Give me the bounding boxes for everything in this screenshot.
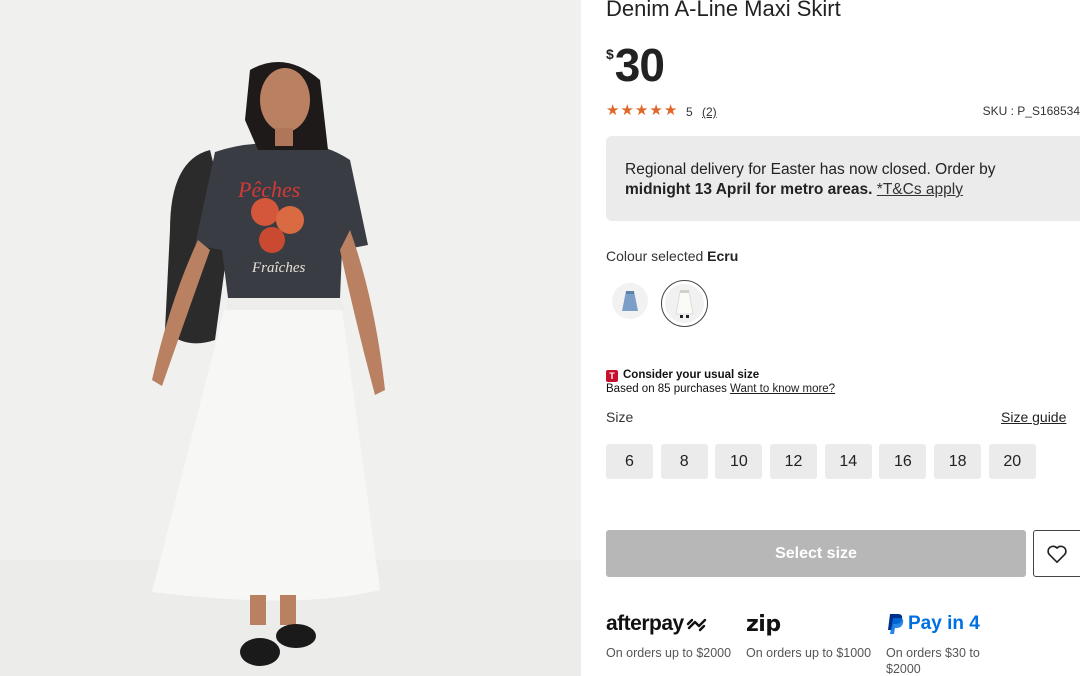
svg-text:Fraîches: Fraîches bbox=[251, 260, 305, 276]
size-button[interactable]: 12 bbox=[770, 444, 818, 479]
afterpay-logo: afterpay bbox=[606, 612, 684, 635]
colour-label-text: Colour selected bbox=[606, 248, 704, 264]
fit-logo-icon: T bbox=[606, 370, 618, 382]
size-button[interactable]: 10 bbox=[715, 444, 763, 479]
skirt-thumbnail-icon bbox=[612, 283, 648, 319]
afterpay-option[interactable]: afterpay On orders up to $2000 bbox=[606, 610, 736, 661]
colour-swatch-blue[interactable] bbox=[612, 283, 648, 319]
fit-title: Consider your usual size bbox=[623, 369, 760, 381]
rating-stars[interactable]: ★ ★ ★ ★ ★ bbox=[606, 103, 677, 119]
zip-logo: zip bbox=[746, 611, 781, 637]
star-icon: ★ bbox=[620, 102, 634, 119]
zip-option[interactable]: zip On orders up to $1000 bbox=[746, 610, 876, 661]
star-icon: ★ bbox=[663, 102, 678, 119]
delivery-notice: Regional delivery for Easter has now clo… bbox=[606, 136, 1080, 221]
size-button[interactable]: 8 bbox=[660, 444, 708, 479]
rating-value: 5 bbox=[686, 105, 693, 119]
paypal-option[interactable]: Pay in 4 On orders $30 to $2000 bbox=[886, 610, 1016, 676]
product-details: Denim A-Line Maxi Skirt $ 30 ★ ★ ★ ★ ★ 5… bbox=[606, 0, 1080, 676]
size-button[interactable]: 16 bbox=[879, 444, 927, 479]
price-amount: 30 bbox=[614, 39, 665, 91]
price-currency: $ bbox=[606, 46, 614, 62]
colour-selected: Ecru bbox=[707, 248, 739, 264]
afterpay-text: On orders up to $2000 bbox=[606, 646, 732, 660]
product-title: Denim A-Line Maxi Skirt bbox=[606, 0, 841, 21]
colour-swatch-ecru[interactable] bbox=[661, 280, 708, 327]
colour-label: Colour selected Ecru bbox=[606, 248, 738, 264]
size-button[interactable]: 20 bbox=[988, 444, 1036, 479]
fit-more-link[interactable]: Want to know more? bbox=[730, 383, 835, 395]
size-label: Size bbox=[606, 409, 634, 425]
paypal-text: On orders $30 to $2000 bbox=[886, 646, 980, 676]
fit-hint: T Consider your usual size Based on 85 pu… bbox=[606, 368, 835, 396]
rating-row: ★ ★ ★ ★ ★ 5 (2) SKU : P_S168534 bbox=[606, 103, 1080, 121]
size-options: 6 8 10 12 14 16 18 20 bbox=[606, 444, 1044, 479]
star-icon: ★ bbox=[606, 102, 620, 119]
size-button[interactable]: 14 bbox=[824, 444, 872, 479]
heart-icon bbox=[1047, 545, 1067, 563]
select-size-button[interactable]: Select size bbox=[606, 530, 1026, 577]
size-button[interactable]: 18 bbox=[934, 444, 982, 479]
review-count-link[interactable]: (2) bbox=[702, 105, 717, 119]
paypal-logo-text: Pay in 4 bbox=[908, 613, 980, 634]
skirt-thumbnail-icon bbox=[665, 284, 704, 323]
wishlist-button[interactable] bbox=[1033, 530, 1080, 577]
zip-text: On orders up to $1000 bbox=[746, 646, 872, 660]
model-photo-illustration: Pêches Fraîches bbox=[0, 0, 581, 676]
size-button[interactable]: 6 bbox=[606, 444, 653, 479]
star-icon: ★ bbox=[634, 102, 649, 119]
size-guide-link[interactable]: Size guide bbox=[1001, 409, 1066, 425]
sku: SKU : P_S168534 bbox=[982, 104, 1080, 118]
fit-subtitle: Based on 85 purchases bbox=[606, 383, 727, 395]
notice-text: Regional delivery for Easter has now clo… bbox=[625, 161, 996, 178]
notice-bold-text: midnight 13 April for metro areas. bbox=[625, 181, 873, 198]
tcs-link[interactable]: *T&Cs apply bbox=[877, 181, 963, 198]
star-icon: ★ bbox=[649, 102, 663, 119]
afterpay-arrows-icon bbox=[686, 618, 706, 632]
product-price: $ 30 bbox=[606, 39, 665, 91]
product-image: Pêches Fraîches bbox=[0, 0, 581, 676]
svg-text:Pêches: Pêches bbox=[237, 177, 300, 202]
paypal-icon bbox=[888, 614, 904, 634]
